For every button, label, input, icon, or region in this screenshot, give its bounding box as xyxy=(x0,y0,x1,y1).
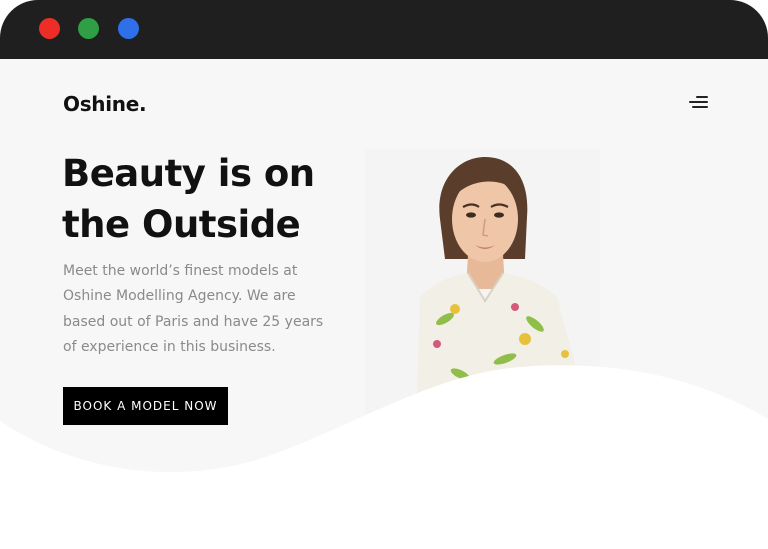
brand-logo[interactable]: Oshine. xyxy=(63,92,147,116)
window-titlebar xyxy=(0,0,768,59)
landing-page: Oshine. Beauty is on the Outside Meet th… xyxy=(0,59,768,549)
hamburger-menu-icon[interactable] xyxy=(684,95,708,111)
minimize-window-button[interactable] xyxy=(78,18,99,39)
maximize-window-button[interactable] xyxy=(118,18,139,39)
hero-headline-line2: the Outside xyxy=(62,203,301,246)
hero-headline: Beauty is on the Outside xyxy=(62,148,362,250)
hero-headline-line1: Beauty is on xyxy=(62,152,315,195)
browser-window: Oshine. Beauty is on the Outside Meet th… xyxy=(0,0,768,549)
hero-description: Meet the world’s finest models at Oshine… xyxy=(63,263,324,355)
close-window-button[interactable] xyxy=(39,18,60,39)
book-model-button[interactable]: BOOK A MODEL NOW xyxy=(63,387,228,425)
model-portrait-image xyxy=(365,149,600,469)
